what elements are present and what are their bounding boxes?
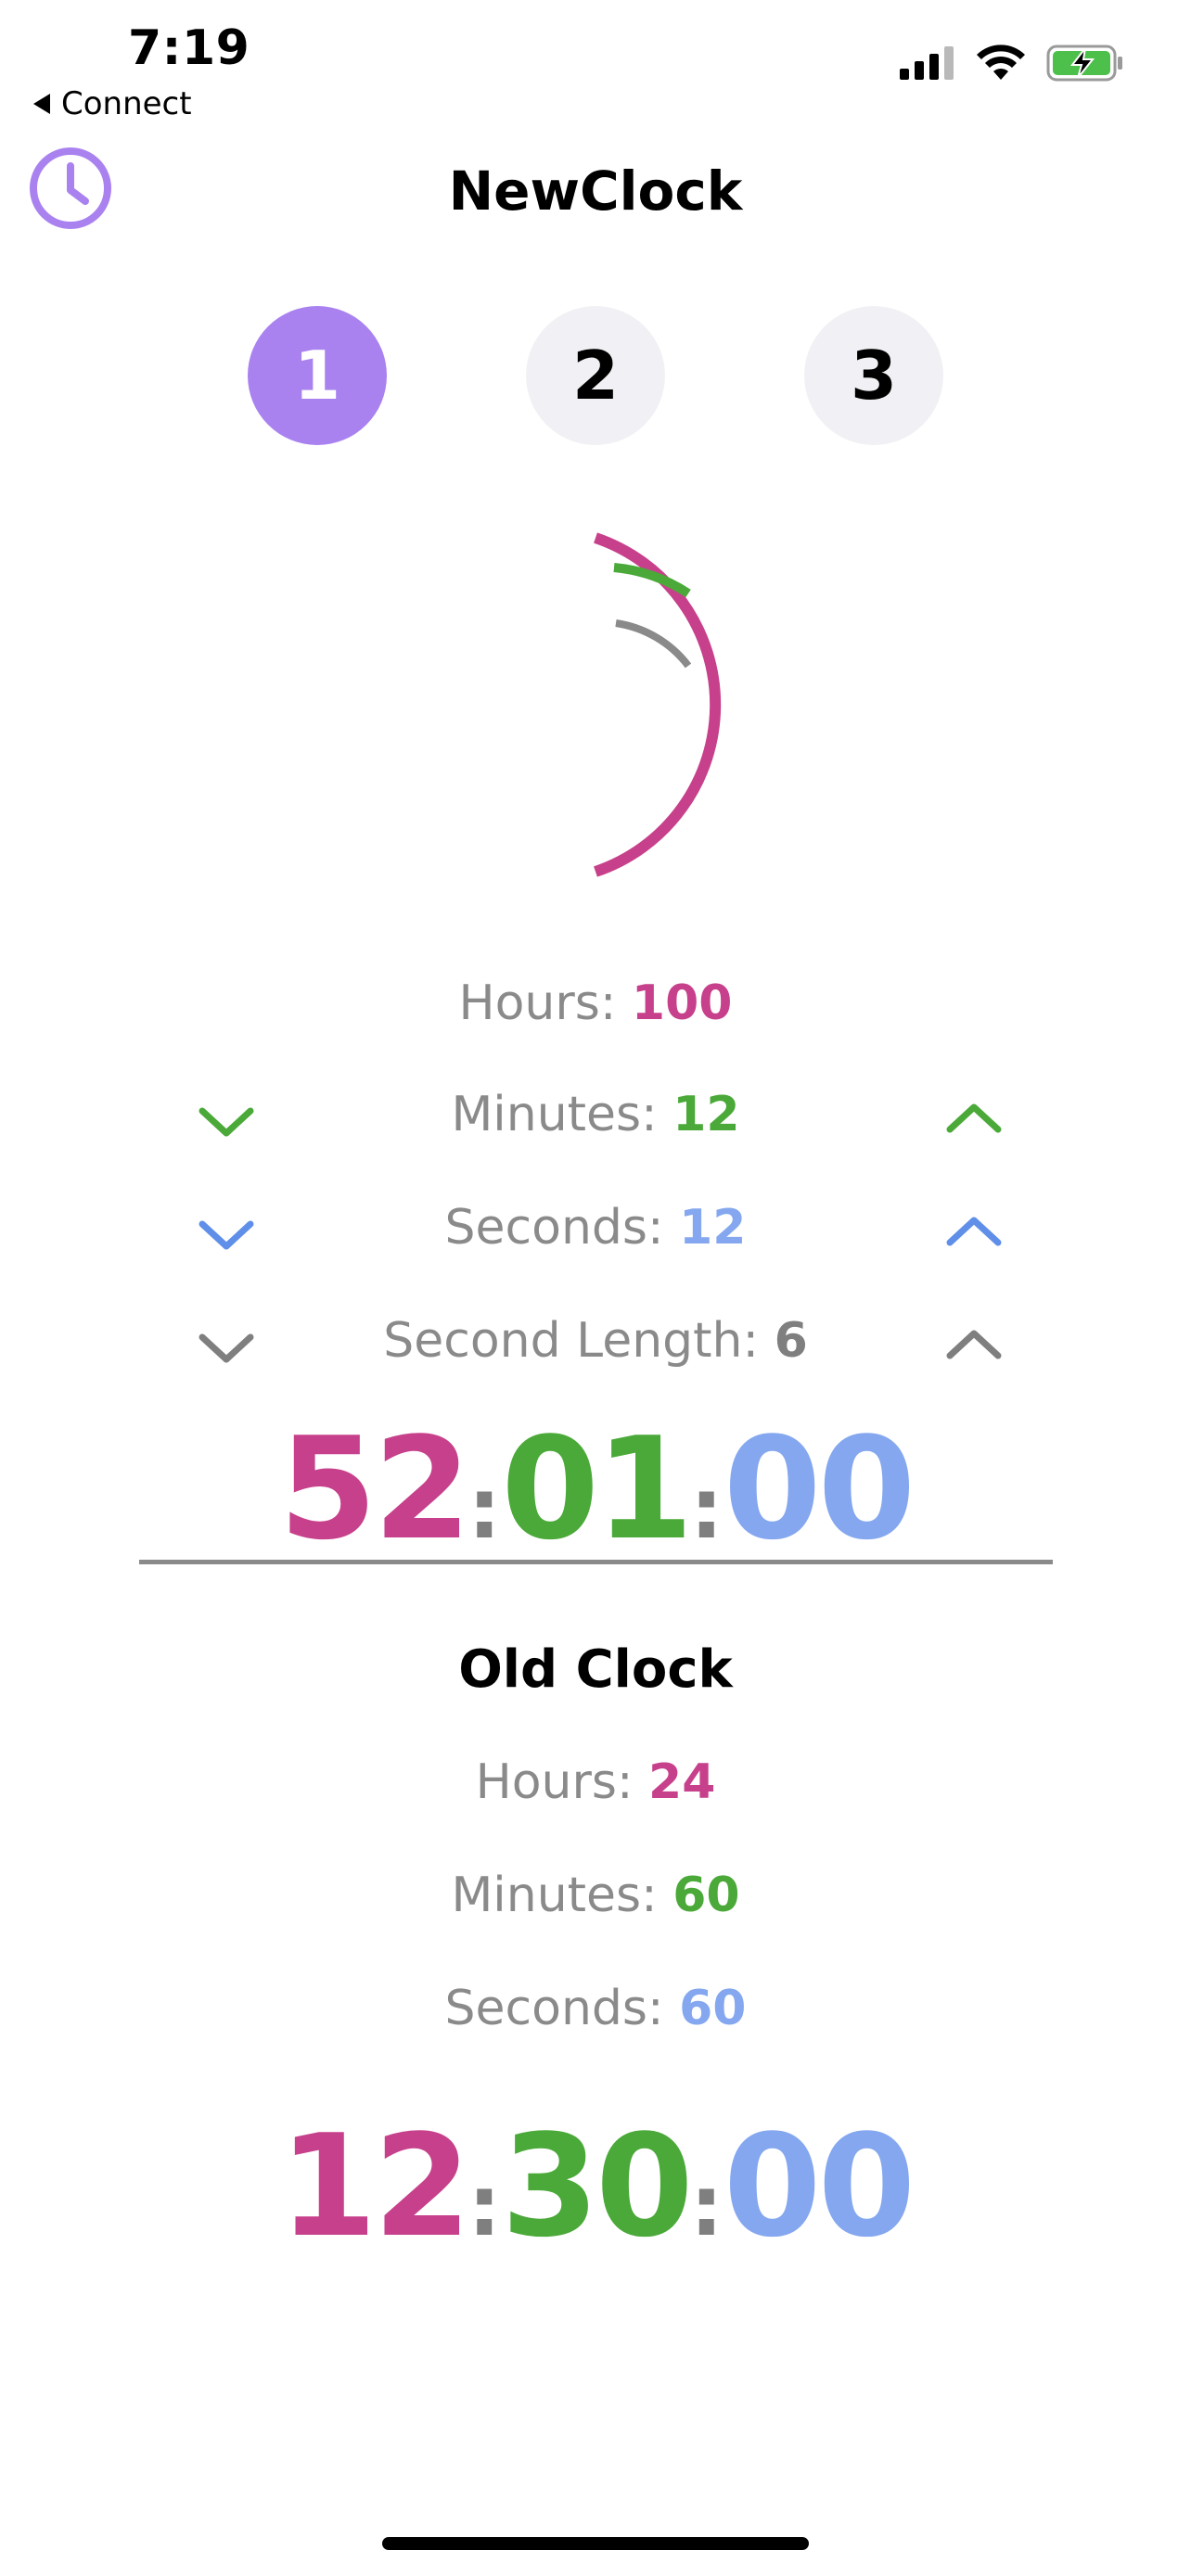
old-hours-value: 24 [648, 1754, 716, 1810]
chevron-up-icon [946, 1103, 1002, 1133]
second-length-setting: Second Length: 6 [0, 1313, 1191, 1369]
minutes-increase-button[interactable] [944, 1100, 1004, 1137]
status-icons [900, 45, 1124, 82]
seconds-arc [615, 619, 692, 669]
time-separator: : [689, 1460, 724, 1558]
second-length-label: Second Length: [383, 1313, 760, 1369]
new-clock-minutes: 01 [501, 1407, 694, 1571]
seconds-value: 12 [679, 1200, 747, 1256]
signal-icon [900, 46, 954, 80]
minutes-arc [613, 563, 691, 598]
step-1-button[interactable]: 1 [248, 306, 387, 445]
old-hours-label: Hours: [475, 1754, 634, 1810]
new-clock-display: 52:01:00 [0, 1419, 1191, 1560]
second-length-value: 6 [774, 1313, 808, 1369]
chevron-up-icon [946, 1217, 1002, 1246]
minutes-label: Minutes: [451, 1087, 658, 1142]
hours-label: Hours: [458, 976, 617, 1031]
new-clock-hours: 52 [278, 1407, 472, 1571]
old-clock-title: Old Clock [458, 1639, 733, 1700]
old-clock-seconds: 00 [723, 2104, 916, 2268]
old-hours-setting: Hours: 24 [0, 1754, 1191, 1810]
time-separator: : [689, 2158, 724, 2255]
seconds-setting: Seconds: 12 [0, 1200, 1191, 1256]
new-clock-seconds: 00 [723, 1407, 916, 1571]
back-arrow-icon [33, 94, 50, 114]
old-minutes-value: 60 [672, 1868, 740, 1923]
seconds-label: Seconds: [444, 1200, 664, 1256]
time-separator: : [467, 1460, 502, 1558]
wifi-icon [977, 45, 1025, 80]
old-minutes-setting: Minutes: 60 [0, 1868, 1191, 1923]
old-clock-hours: 12 [278, 2104, 472, 2268]
old-clock-display: 12:30:00 [0, 2116, 1191, 2257]
minutes-setting: Minutes: 12 [0, 1087, 1191, 1142]
back-link-label: Connect [61, 85, 192, 122]
back-to-connect-link[interactable]: Connect [33, 85, 192, 122]
old-seconds-setting: Seconds: 60 [0, 1981, 1191, 2036]
clock-dial [594, 532, 722, 877]
step-2-button[interactable]: 2 [526, 306, 665, 445]
seconds-increase-button[interactable] [944, 1213, 1004, 1250]
old-seconds-value: 60 [679, 1981, 747, 2036]
page-title: NewClock [448, 159, 743, 223]
hours-setting: Hours: 100 [0, 976, 1191, 1031]
section-divider [139, 1560, 1053, 1564]
home-indicator[interactable] [382, 2537, 809, 2550]
status-time: 7:19 [128, 20, 250, 76]
old-seconds-label: Seconds: [444, 1981, 664, 2036]
second-length-increase-button[interactable] [944, 1326, 1004, 1363]
battery-charging-icon [1046, 45, 1122, 82]
old-minutes-label: Minutes: [451, 1868, 658, 1923]
time-separator: : [467, 2158, 502, 2255]
old-clock-minutes: 30 [501, 2104, 694, 2268]
hours-arc [594, 532, 722, 877]
step-3-button[interactable]: 3 [804, 306, 943, 445]
hours-value: 100 [631, 976, 733, 1031]
chevron-up-icon [946, 1330, 1002, 1359]
minutes-value: 12 [672, 1087, 740, 1142]
